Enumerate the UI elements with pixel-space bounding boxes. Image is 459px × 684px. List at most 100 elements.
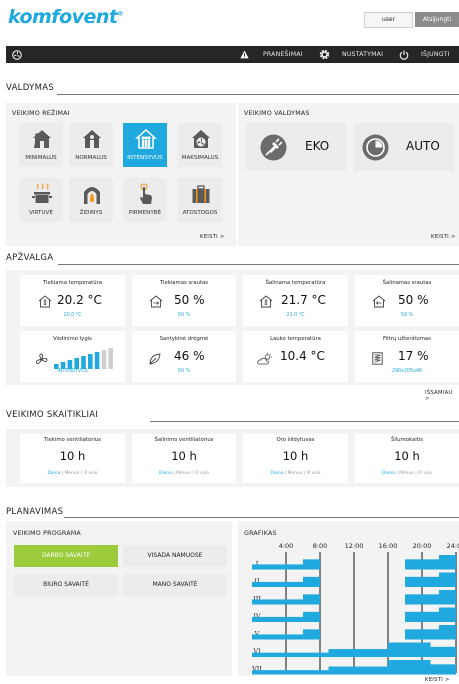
- period-month[interactable]: Mėnuo: [288, 471, 303, 476]
- schedule-block[interactable]: [252, 652, 329, 657]
- card-title: Santykinė drėgmė: [159, 336, 209, 342]
- period-sep: |: [192, 471, 194, 476]
- schedule-block[interactable]: [405, 611, 439, 622]
- schedule-block[interactable]: [405, 629, 439, 640]
- counter-period-tabs: Diena | Mėnuo | Iš viso: [132, 471, 236, 476]
- schedule-block[interactable]: [430, 646, 457, 657]
- schedule-block[interactable]: [405, 594, 439, 605]
- period-month[interactable]: Mėnuo: [176, 471, 191, 476]
- schedule-block[interactable]: [388, 642, 431, 658]
- schedule-block[interactable]: [405, 576, 439, 587]
- details-link[interactable]: IŠSAMIAU >: [425, 390, 459, 402]
- clock-icon: [362, 134, 389, 161]
- period-all[interactable]: Iš viso: [84, 471, 98, 476]
- period-sep: |: [173, 471, 175, 476]
- period-all[interactable]: Iš viso: [418, 471, 432, 476]
- schedule-block[interactable]: [252, 670, 329, 675]
- counter-title: Tiekimo ventiliatorius: [44, 437, 101, 443]
- schedule-block[interactable]: [252, 616, 303, 622]
- plug-leaf-icon: [260, 134, 287, 161]
- mode-maksimalus[interactable]: MAKSIMALUS: [178, 123, 222, 167]
- modes-edit-link[interactable]: KEISTI >: [200, 234, 225, 240]
- warning-icon[interactable]: [240, 46, 249, 63]
- supply-temp-card[interactable]: Tiekiama temperatūra 20.2 °C 20.0 °C: [20, 275, 125, 326]
- mode-minimalus[interactable]: MINIMALUS: [19, 123, 63, 167]
- period-all[interactable]: Iš viso: [307, 471, 321, 476]
- schedule-block[interactable]: [252, 599, 303, 605]
- power-off-link[interactable]: IŠJUNGTI: [421, 46, 450, 63]
- schedule-block[interactable]: [303, 576, 320, 587]
- supply-flow-card[interactable]: Tiekiamas srautas 50 % 50 %: [132, 275, 236, 326]
- gear-icon[interactable]: [319, 46, 330, 63]
- period-all[interactable]: Iš viso: [195, 471, 209, 476]
- logout-button[interactable]: Atsijungti: [415, 12, 459, 27]
- ventilation-level-card[interactable]: Vėdinimo lygis INTENSYVUS: [20, 331, 125, 382]
- counter-value: 10 h: [282, 449, 309, 463]
- filter-card[interactable]: Filtrų užterštumas 17 % 290x205x46: [355, 331, 459, 382]
- mode-normalus[interactable]: NORMALUS: [69, 123, 113, 167]
- schedule-block[interactable]: [252, 564, 303, 570]
- fan-menu-icon[interactable]: [12, 46, 22, 63]
- schedule-block[interactable]: [303, 629, 320, 640]
- komfovent-logo: komfovent®: [8, 6, 124, 28]
- period-sep: |: [396, 471, 398, 476]
- schedule-edit-link[interactable]: KEISTI >: [425, 677, 450, 683]
- schedule-chart[interactable]: 4:008:0012:0016:0020:0024:00IIIIIIIVVVIV…: [238, 521, 459, 676]
- schedule-block[interactable]: [388, 660, 431, 675]
- auto-button[interactable]: AUTO: [354, 123, 454, 171]
- settings-link[interactable]: NUSTATYMAI: [342, 46, 383, 63]
- schedule-block[interactable]: [439, 590, 456, 605]
- program-work-week[interactable]: DARBO SAVAITĖ: [14, 545, 118, 567]
- mode-intensyvus[interactable]: INTENSYVUS: [123, 123, 167, 167]
- operation-edit-link[interactable]: KEISTI >: [431, 234, 456, 240]
- schedule-block[interactable]: [439, 555, 456, 570]
- period-month[interactable]: Mėnuo: [65, 471, 80, 476]
- period-day[interactable]: Diena: [48, 471, 61, 476]
- outdoor-temp-card[interactable]: Lauko temperatūra 10.4 °C: [243, 331, 348, 382]
- counter-supply-fan[interactable]: Tiekimo ventiliatorius 10 h Diena | Mėnu…: [20, 434, 125, 483]
- extract-flow-card[interactable]: Šalinamas srautas 50 % 50 %: [355, 275, 459, 326]
- program-always-home[interactable]: VISADA NAMUOSE: [123, 545, 227, 567]
- card-title: Šalinama temperatūra: [265, 280, 326, 286]
- house-thermometer-icon: [38, 295, 52, 308]
- program-office-week[interactable]: BIURO SAVAITĖ: [14, 574, 118, 596]
- schedule-block[interactable]: [405, 559, 439, 570]
- extract-temp-card[interactable]: Šalinama temperatūra 21.7 °C 21.0 °C: [243, 275, 348, 326]
- period-day[interactable]: Diena: [382, 471, 395, 476]
- section-divider: [64, 517, 459, 518]
- period-month[interactable]: Mėnuo: [399, 471, 414, 476]
- program-my-week[interactable]: MANO SAVAITĖ: [123, 574, 227, 596]
- eco-button[interactable]: EKO: [246, 123, 347, 171]
- counter-heater[interactable]: Oro šildytuvas 10 h Diena | Mėnuo | Iš v…: [243, 434, 348, 483]
- period-day[interactable]: Diena: [159, 471, 172, 476]
- counter-title: Oro šildytuvas: [276, 437, 315, 443]
- suitcase-icon: [192, 185, 210, 203]
- card-value: 50 %: [174, 293, 205, 307]
- schedule-block[interactable]: [303, 594, 320, 605]
- mode-virtuve[interactable]: VIRTUVĖ: [19, 178, 63, 222]
- schedule-block[interactable]: [328, 666, 389, 675]
- schedule-block[interactable]: [252, 634, 303, 640]
- alerts-link[interactable]: PRANEŠIMAI: [263, 46, 303, 63]
- mode-pirmenybe[interactable]: PIRMENYBĖ: [123, 178, 167, 222]
- humidity-card[interactable]: Santykinė drėgmė 46 % 50 %: [132, 331, 236, 382]
- schedule-block[interactable]: [439, 607, 456, 623]
- mode-atostogos[interactable]: ATOSTOGOS: [178, 178, 222, 222]
- hour-tick-label: 16:00: [379, 542, 398, 550]
- house-flow-icon: [149, 295, 163, 308]
- period-day[interactable]: Diena: [271, 471, 284, 476]
- schedule-block[interactable]: [252, 581, 303, 587]
- schedule-block[interactable]: [303, 559, 320, 570]
- schedule-block[interactable]: [303, 611, 320, 622]
- user-field[interactable]: user: [364, 12, 413, 28]
- schedule-block[interactable]: [430, 664, 457, 675]
- schedule-block[interactable]: [439, 572, 456, 588]
- cooking-pot-icon: [32, 183, 52, 203]
- mode-zidinys[interactable]: ŽIDINYS: [69, 178, 113, 222]
- counter-heat-exchanger[interactable]: Šilumokaitis 10 h Diena | Mėnuo | Iš vis…: [355, 434, 459, 483]
- counter-extract-fan[interactable]: Šalinimo ventiliatorius 10 h Diena | Mėn…: [132, 434, 236, 483]
- schedule-block[interactable]: [439, 625, 456, 640]
- power-icon[interactable]: [399, 46, 409, 63]
- schedule-block[interactable]: [328, 649, 389, 657]
- mode-label: INTENSYVUS: [127, 155, 163, 161]
